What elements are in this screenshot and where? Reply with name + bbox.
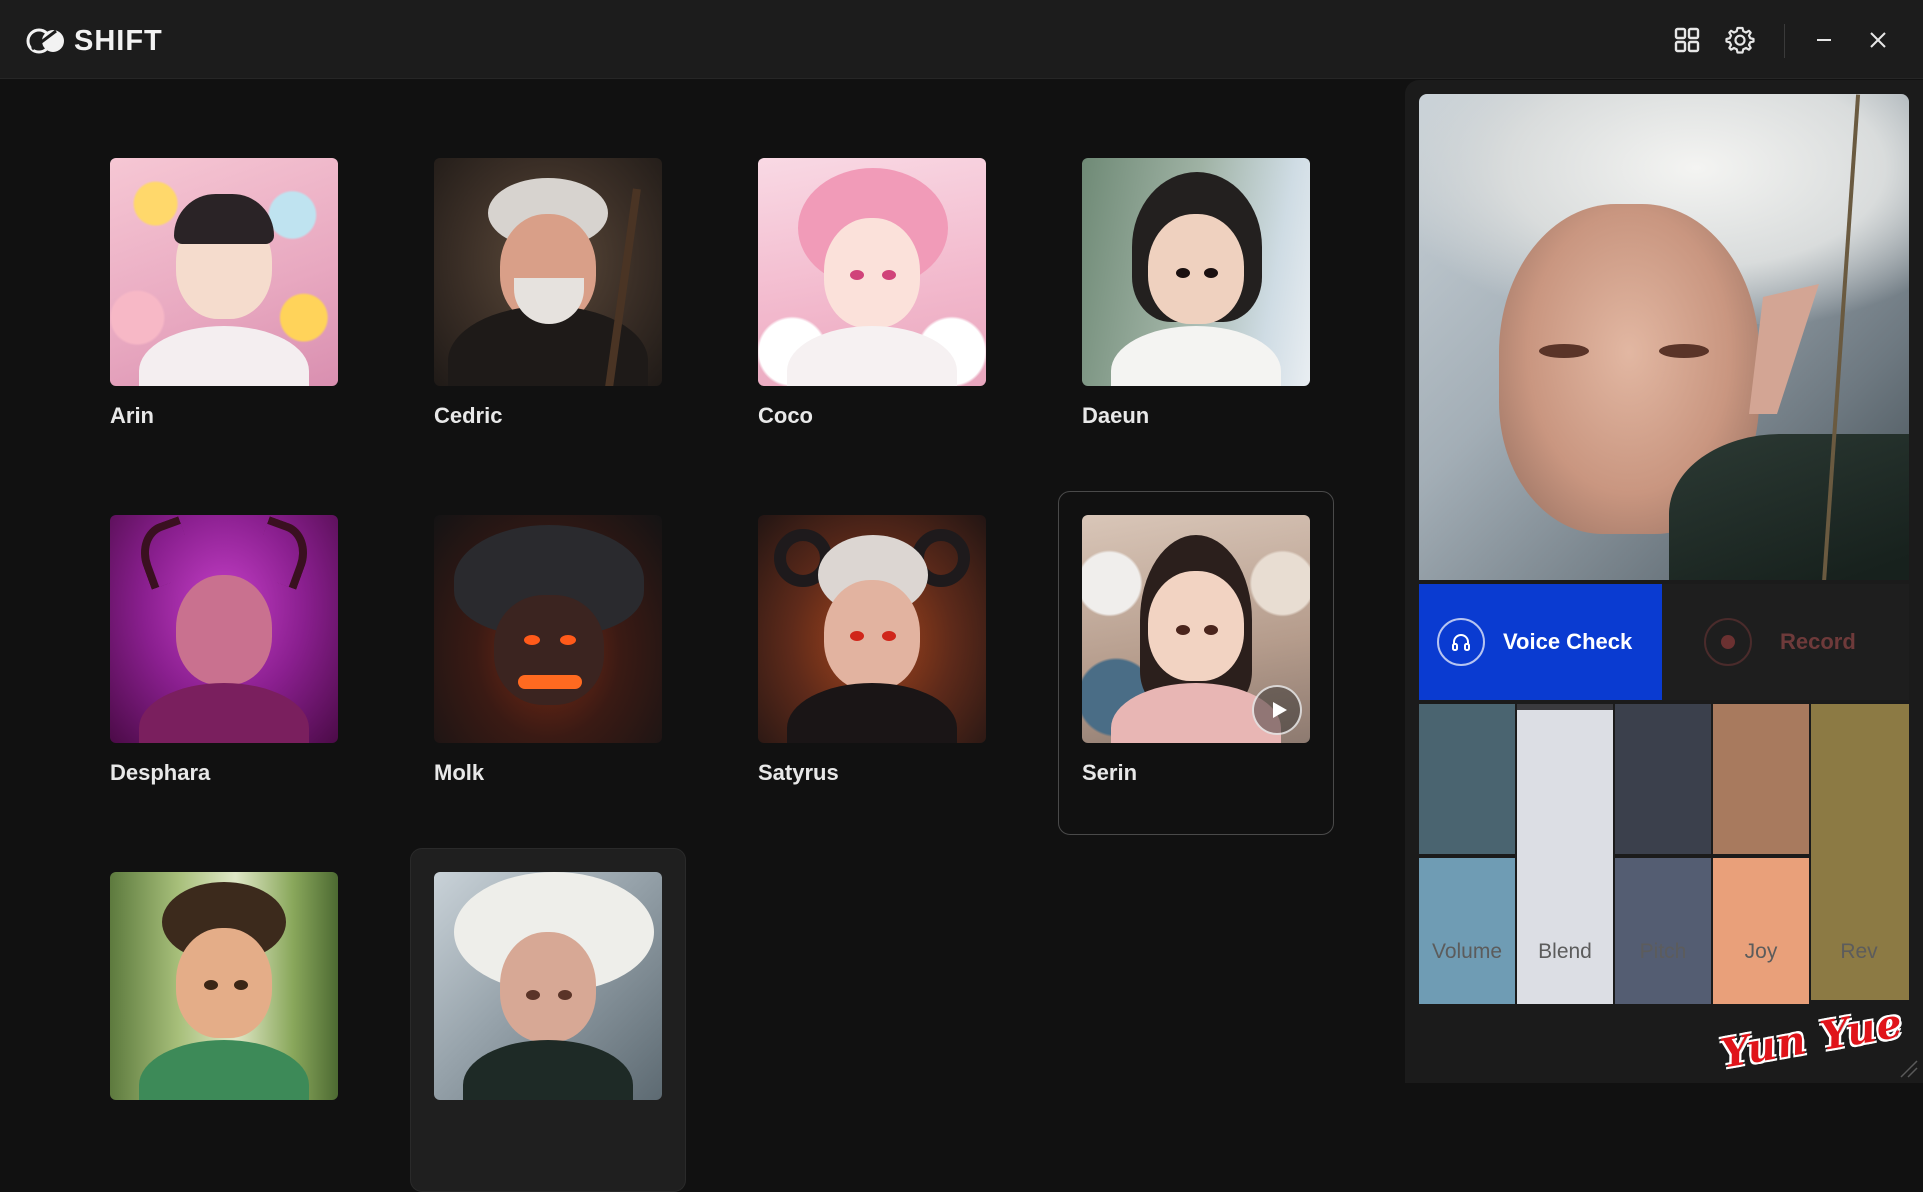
action-button-row: Voice Check Record [1419, 584, 1909, 700]
character-card-coco[interactable]: Coco [734, 134, 1010, 478]
character-name: Serin [1082, 760, 1137, 786]
app-brand: SHIFT [26, 24, 163, 58]
settings-gear-icon[interactable] [1722, 22, 1758, 58]
character-card-molk[interactable]: Molk [410, 491, 686, 835]
character-name: Desphara [110, 760, 210, 786]
character-thumbnail [110, 872, 338, 1100]
character-thumbnail [1082, 515, 1310, 743]
blend-label: Blend [1517, 940, 1613, 964]
voice-check-label: Voice Check [1503, 629, 1632, 655]
character-name: Arin [110, 403, 154, 429]
play-icon [1269, 700, 1289, 720]
app-name: SHIFT [74, 25, 163, 58]
character-thumbnail [110, 158, 338, 386]
record-button[interactable]: Record [1662, 584, 1909, 700]
character-thumbnail [434, 158, 662, 386]
character-thumbnail [110, 515, 338, 743]
character-detail-panel: Voice Check Record [1405, 80, 1923, 1083]
character-card-arin[interactable]: Arin [86, 134, 362, 478]
character-card-cedric[interactable]: Cedric [410, 134, 686, 478]
character-thumbnail [758, 158, 986, 386]
joy-label: Joy [1713, 940, 1809, 964]
shift-logo-icon [26, 27, 66, 55]
grid-view-icon[interactable] [1669, 22, 1705, 58]
character-card-daeun[interactable]: Daeun [1058, 134, 1334, 478]
character-name: Satyrus [758, 760, 839, 786]
rev-label: Rev [1811, 940, 1907, 964]
close-icon[interactable] [1860, 22, 1896, 58]
pitch-label: Pitch [1615, 940, 1711, 964]
character-thumbnail [758, 515, 986, 743]
character-name: Daeun [1082, 403, 1149, 429]
record-label: Record [1780, 629, 1856, 655]
voice-check-button[interactable]: Voice Check [1419, 584, 1662, 700]
character-card-elf-archer[interactable] [410, 848, 686, 1192]
titlebar-divider [1784, 24, 1785, 58]
character-card-satyrus[interactable]: Satyrus [734, 491, 1010, 835]
volume-label: Volume [1419, 940, 1515, 964]
character-card-desphara[interactable]: Desphara [86, 491, 362, 835]
character-name: Cedric [434, 403, 502, 429]
title-bar: SHIFT [0, 0, 1923, 79]
character-thumbnail [1082, 158, 1310, 386]
selected-character-portrait [1419, 94, 1909, 580]
record-icon [1704, 618, 1752, 666]
character-grid: Arin Cedric Coco Daeun [0, 80, 1405, 1083]
minimize-icon[interactable] [1806, 22, 1842, 58]
character-card-serin[interactable]: Serin [1058, 491, 1334, 835]
character-card-elf-boy[interactable] [86, 848, 362, 1192]
character-name: Molk [434, 760, 484, 786]
play-preview-button[interactable] [1252, 685, 1302, 735]
resize-handle-icon[interactable] [1895, 1055, 1919, 1079]
headphones-icon [1437, 618, 1485, 666]
character-thumbnail [434, 872, 662, 1100]
character-name: Coco [758, 403, 813, 429]
character-thumbnail [434, 515, 662, 743]
